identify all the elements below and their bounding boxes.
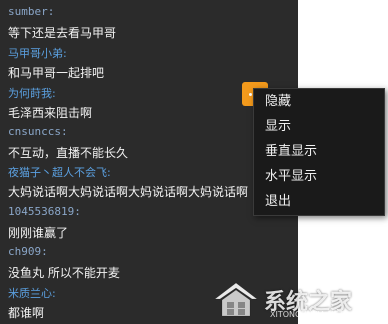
- house-logo-icon: [214, 282, 258, 317]
- message-sender: 夜猫子丶超人不会飞:: [8, 166, 111, 179]
- message-text: 等下还是去看马甲哥: [8, 26, 117, 40]
- menu-item-hide[interactable]: 隐藏: [254, 89, 384, 114]
- menu-item-vertical[interactable]: 垂直显示: [254, 139, 384, 164]
- message-text: 没鱼丸 所以不能开麦: [8, 266, 120, 280]
- menu-item-show[interactable]: 显示: [254, 114, 384, 139]
- message-sender: 1045536819:: [8, 205, 81, 218]
- context-menu: 隐藏 显示 垂直显示 水平显示 退出: [253, 88, 385, 216]
- message-sender: 马甲哥小弟:: [8, 47, 67, 60]
- message-sender: sumber:: [8, 5, 55, 18]
- message-text: 大妈说话啊大妈说话啊大妈说话啊大妈说话啊: [8, 185, 249, 199]
- message-text: 毛泽西来阻击啊: [8, 106, 93, 120]
- message-text: 和马甲哥一起排吧: [8, 66, 105, 80]
- message-text: 都谁啊: [8, 306, 45, 320]
- message-sender: 为何莳我:: [8, 87, 56, 100]
- dot-icon: [248, 92, 252, 96]
- watermark-url: XITONGZHIJIA.NET: [270, 310, 344, 319]
- message-text: 不互动，直播不能长久: [8, 146, 129, 160]
- message-sender: ch909:: [8, 245, 48, 258]
- message-sender: cnsunccs:: [8, 125, 68, 138]
- menu-item-horizontal[interactable]: 水平显示: [254, 164, 384, 189]
- message-text: 刚刚谁赢了: [8, 226, 69, 240]
- message-sender: 米质兰心:: [8, 287, 56, 300]
- menu-item-exit[interactable]: 退出: [254, 189, 384, 214]
